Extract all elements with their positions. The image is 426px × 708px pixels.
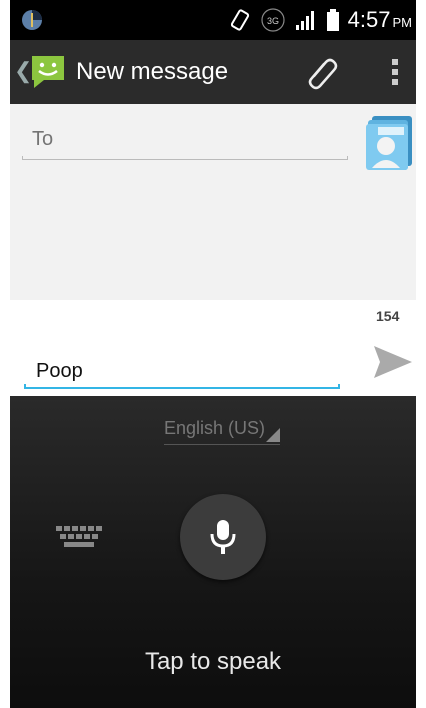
phone-screen: 3G 4:57PM ❮ New message 154: [10, 0, 416, 708]
to-field[interactable]: [22, 122, 348, 158]
message-underline: [24, 384, 340, 389]
message-input[interactable]: [24, 354, 340, 388]
status-icons: 3G 4:57 PM: [228, 6, 412, 34]
messaging-app-icon[interactable]: [28, 52, 68, 92]
contact-picker-icon[interactable]: [364, 114, 414, 172]
overflow-menu-icon[interactable]: [390, 56, 400, 88]
vibrate-icon: [230, 9, 249, 31]
message-area: 154: [10, 300, 416, 396]
voice-input-panel: English (US) Tap to speak: [10, 396, 416, 708]
language-selector[interactable]: English (US): [164, 418, 280, 445]
page-title: New message: [76, 58, 229, 85]
notification-icon: [20, 8, 44, 32]
microphone-icon: [210, 520, 236, 554]
to-underline: [22, 156, 348, 160]
language-label: English (US): [164, 418, 266, 438]
recipient-input[interactable]: [22, 122, 348, 156]
keyboard-icon[interactable]: [54, 524, 104, 550]
tap-to-speak-label: Tap to speak: [144, 648, 282, 675]
attach-icon[interactable]: [304, 54, 340, 90]
battery-icon: [326, 9, 339, 31]
status-bar: 3G 4:57 PM: [10, 0, 416, 40]
recipient-area: [10, 104, 416, 300]
clock: 4:57 PM: [347, 7, 412, 32]
network-3g-icon: 3G: [261, 8, 285, 32]
dropdown-triangle-icon: [266, 428, 280, 442]
language-underline: [164, 444, 280, 445]
signal-icon: [295, 11, 314, 30]
send-icon[interactable]: [370, 342, 414, 382]
char-counter: 154: [376, 308, 400, 324]
microphone-button[interactable]: [180, 494, 266, 580]
svg-text:3G: 3G: [267, 16, 279, 26]
action-bar: ❮ New message: [10, 40, 416, 104]
